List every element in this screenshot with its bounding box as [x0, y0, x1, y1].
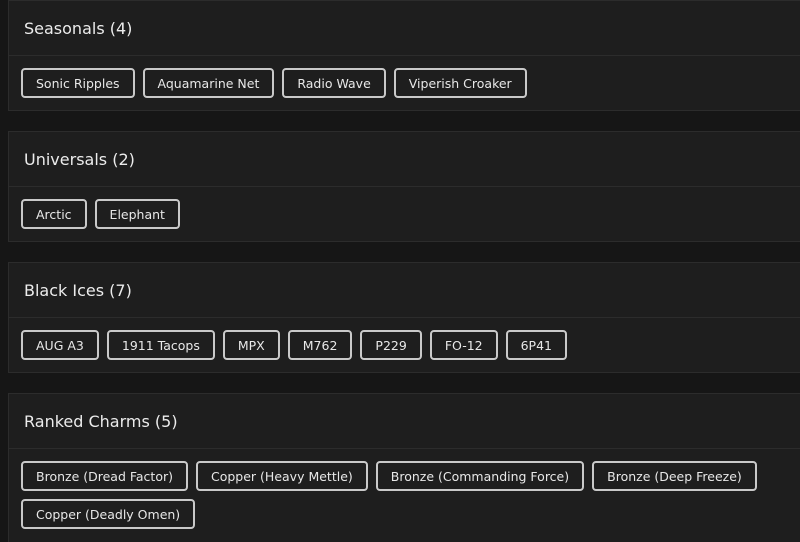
tag-m762[interactable]: M762 — [287, 330, 353, 360]
section-title: Universals (2) — [9, 132, 800, 187]
tag-sonic-ripples[interactable]: Sonic Ripples — [21, 68, 135, 98]
tag-mpx[interactable]: MPX — [222, 330, 280, 360]
tag-1911-tacops[interactable]: 1911 Tacops — [106, 330, 215, 360]
tag-6p41[interactable]: 6P41 — [505, 330, 568, 360]
tag-arctic[interactable]: Arctic — [21, 199, 87, 229]
black-ices-section: Black Ices (7) AUG A3 1911 Tacops MPX M7… — [8, 262, 800, 373]
tag-bronze-commanding-force[interactable]: Bronze (Commanding Force) — [375, 461, 585, 491]
page: Seasonals (4) Sonic Ripples Aquamarine N… — [0, 0, 800, 542]
tag-list: Arctic Elephant — [9, 187, 800, 229]
tag-bronze-dread-factor[interactable]: Bronze (Dread Factor) — [21, 461, 188, 491]
tag-fo-12[interactable]: FO-12 — [429, 330, 498, 360]
section-title: Seasonals (4) — [9, 1, 800, 56]
tag-list: Sonic Ripples Aquamarine Net Radio Wave … — [9, 56, 800, 98]
tag-copper-heavy-mettle[interactable]: Copper (Heavy Mettle) — [196, 461, 368, 491]
tag-aug-a3[interactable]: AUG A3 — [21, 330, 99, 360]
section-title: Black Ices (7) — [9, 263, 800, 318]
ranked-charms-section: Ranked Charms (5) Bronze (Dread Factor) … — [8, 393, 800, 542]
tag-bronze-deep-freeze[interactable]: Bronze (Deep Freeze) — [592, 461, 757, 491]
seasonals-section: Seasonals (4) Sonic Ripples Aquamarine N… — [8, 0, 800, 111]
tag-list: AUG A3 1911 Tacops MPX M762 P229 FO-12 6… — [9, 318, 800, 360]
universals-section: Universals (2) Arctic Elephant — [8, 131, 800, 242]
tag-viperish-croaker[interactable]: Viperish Croaker — [393, 68, 527, 98]
tag-list: Bronze (Dread Factor) Copper (Heavy Mett… — [9, 449, 800, 529]
tag-copper-deadly-omen[interactable]: Copper (Deadly Omen) — [21, 499, 196, 529]
tag-radio-wave[interactable]: Radio Wave — [282, 68, 386, 98]
section-title: Ranked Charms (5) — [9, 394, 800, 449]
tag-aquamarine-net[interactable]: Aquamarine Net — [142, 68, 275, 98]
tag-elephant[interactable]: Elephant — [94, 199, 180, 229]
tag-p229[interactable]: P229 — [360, 330, 422, 360]
